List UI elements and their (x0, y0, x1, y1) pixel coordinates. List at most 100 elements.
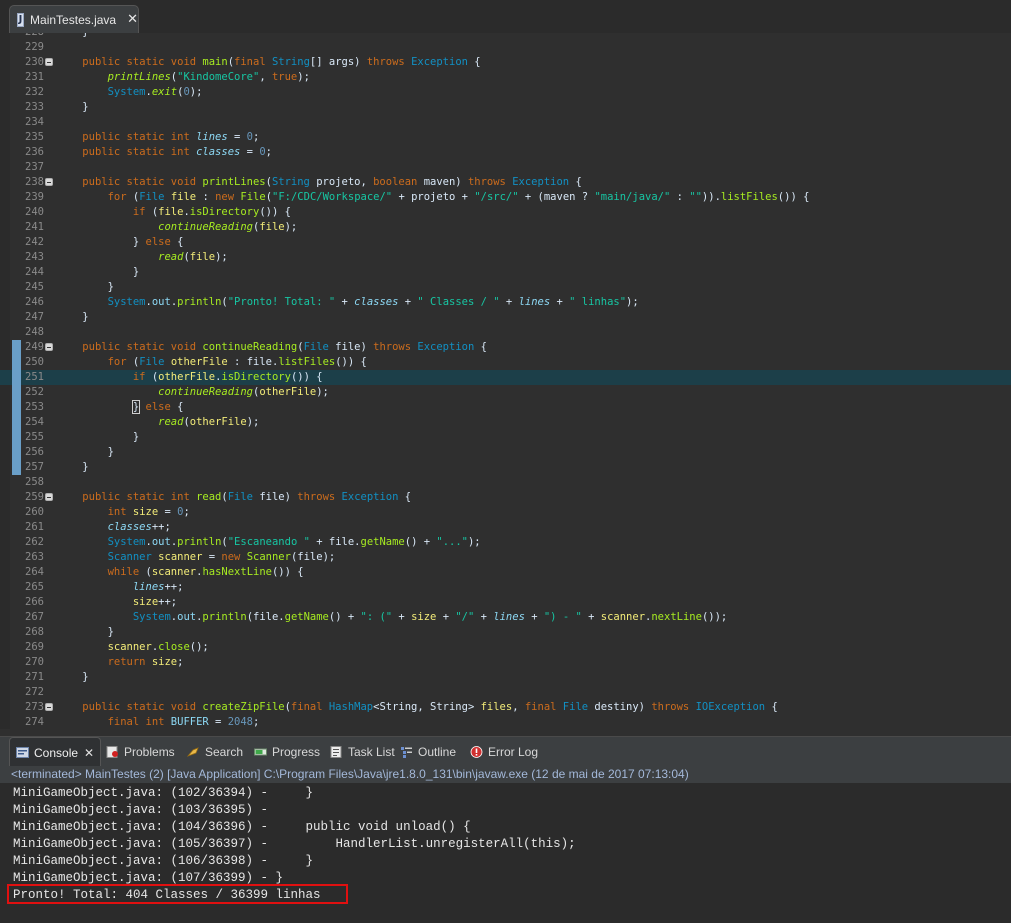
code-line[interactable]: 241 continueReading(file); (0, 220, 1011, 235)
code-line[interactable]: 268 } (0, 625, 1011, 640)
code-text: } (57, 33, 88, 40)
close-icon[interactable]: ✕ (84, 746, 94, 760)
code-line[interactable]: 231 printLines("KindomeCore", true); (0, 70, 1011, 85)
code-line[interactable]: 261 classes++; (0, 520, 1011, 535)
code-line[interactable]: 245 } (0, 280, 1011, 295)
tab-search[interactable]: Search (186, 737, 244, 767)
line-number: 239 (25, 191, 44, 203)
code-line[interactable]: 257 } (0, 460, 1011, 475)
code-line[interactable]: 255 } (0, 430, 1011, 445)
code-text: while (scanner.hasNextLine()) { (107, 566, 304, 578)
code-text: System.out.println("Pronto! Total: " + c… (107, 296, 639, 308)
line-number: 235 (25, 131, 44, 143)
code-line[interactable]: 265 lines++; (0, 580, 1011, 595)
line-number: 259 (25, 491, 44, 503)
line-number: 254 (25, 416, 44, 428)
code-line[interactable]: 249 public static void continueReading(F… (0, 340, 1011, 355)
code-line[interactable]: 250 for (File otherFile : file.listFiles… (0, 355, 1011, 370)
console-result-line: Pronto! Total: 404 Classes / 36399 linha… (13, 888, 321, 902)
code-line[interactable]: 236 public static int classes = 0; (0, 145, 1011, 160)
line-number: 265 (25, 581, 44, 593)
code-line[interactable]: 229 (0, 40, 1011, 55)
code-line[interactable]: 240 if (file.isDirectory()) { (0, 205, 1011, 220)
code-line[interactable]: 244 } (0, 265, 1011, 280)
code-line[interactable]: 260 int size = 0; (0, 505, 1011, 520)
line-number: 230 (25, 56, 44, 68)
tab-problems[interactable]: Problems (106, 737, 175, 767)
java-file-icon: J (17, 12, 25, 27)
code-line[interactable]: 263 Scanner scanner = new Scanner(file); (0, 550, 1011, 565)
code-line[interactable]: 234 (0, 115, 1011, 130)
code-text: } (57, 101, 89, 113)
code-line[interactable]: 270 return size; (0, 655, 1011, 670)
editor-tab-maintestes[interactable]: J MainTestes.java ✕ (9, 5, 139, 33)
line-number: 262 (25, 536, 44, 548)
line-number: 243 (25, 251, 44, 263)
code-line[interactable]: 259 public static int read(File file) th… (0, 490, 1011, 505)
tab-task-list[interactable]: Task List (330, 737, 395, 767)
fold-collapse-icon[interactable] (45, 703, 53, 711)
code-line[interactable]: 271 } (0, 670, 1011, 685)
code-line[interactable]: 233 } (0, 100, 1011, 115)
line-number: 274 (25, 716, 44, 728)
console-line: MiniGameObject.java: (105/36397) - Handl… (13, 837, 576, 851)
code-text: lines++; (132, 581, 184, 593)
code-line[interactable]: 258 (0, 475, 1011, 490)
code-line[interactable]: 251 if (otherFile.isDirectory()) { (0, 370, 1011, 385)
code-editor[interactable]: 228 }229230 public static void main(fina… (0, 33, 1011, 729)
code-line[interactable]: 252 continueReading(otherFile); (0, 385, 1011, 400)
code-line[interactable]: 248 (0, 325, 1011, 340)
code-line[interactable]: 272 (0, 685, 1011, 700)
code-text: classes++; (107, 521, 171, 533)
tab-error-log[interactable]: Error Log (470, 737, 538, 767)
console-line: MiniGameObject.java: (102/36394) - } (13, 786, 314, 800)
code-line[interactable]: 264 while (scanner.hasNextLine()) { (0, 565, 1011, 580)
tab-label: Search (205, 745, 244, 759)
line-number: 249 (25, 341, 44, 353)
line-number: 270 (25, 656, 44, 668)
fold-collapse-icon[interactable] (45, 343, 53, 351)
code-line[interactable]: 238 public static void printLines(String… (0, 175, 1011, 190)
line-number: 232 (25, 86, 44, 98)
code-line[interactable]: 267 System.out.println(file.getName() + … (0, 610, 1011, 625)
tab-progress[interactable]: Progress (254, 737, 320, 767)
close-icon[interactable]: ✕ (127, 12, 138, 27)
line-number: 263 (25, 551, 44, 563)
code-line[interactable]: 254 read(otherFile); (0, 415, 1011, 430)
console-icon (16, 746, 29, 759)
code-line[interactable]: 243 read(file); (0, 250, 1011, 265)
code-line[interactable]: 237 (0, 160, 1011, 175)
code-line[interactable]: 273 public static void createZipFile(fin… (0, 700, 1011, 715)
code-text: continueReading(otherFile); (158, 386, 329, 398)
code-line[interactable]: 242 } else { (0, 235, 1011, 250)
console-line: MiniGameObject.java: (104/36396) - publi… (13, 820, 471, 834)
code-line[interactable]: 247 } (0, 310, 1011, 325)
code-line[interactable]: 256 } (0, 445, 1011, 460)
fold-collapse-icon[interactable] (45, 493, 53, 501)
fold-collapse-icon[interactable] (45, 58, 53, 66)
line-number: 257 (25, 461, 44, 473)
code-line[interactable]: 253 } else { (0, 400, 1011, 415)
code-line[interactable]: 239 for (File file : new File("F:/CDC/Wo… (0, 190, 1011, 205)
code-line[interactable]: 230 public static void main(final String… (0, 55, 1011, 70)
code-line[interactable]: 274 final int BUFFER = 2048; (0, 715, 1011, 729)
line-number: 250 (25, 356, 44, 368)
line-number: 248 (25, 326, 44, 338)
code-text: Scanner scanner = new Scanner(file); (107, 551, 336, 563)
line-number: 258 (25, 476, 44, 488)
fold-collapse-icon[interactable] (45, 178, 53, 186)
code-line[interactable]: 235 public static int lines = 0; (0, 130, 1011, 145)
code-line[interactable]: 262 System.out.println("Escaneando " + f… (0, 535, 1011, 550)
code-text: } (57, 431, 140, 443)
code-line[interactable]: 269 scanner.close(); (0, 640, 1011, 655)
line-number: 246 (25, 296, 44, 308)
code-line[interactable]: 246 System.out.println("Pronto! Total: "… (0, 295, 1011, 310)
code-line[interactable]: 266 size++; (0, 595, 1011, 610)
code-line[interactable]: 232 System.exit(0); (0, 85, 1011, 100)
code-text: public static void createZipFile(final H… (82, 701, 778, 713)
tab-outline[interactable]: Outline (400, 737, 456, 767)
tab-console[interactable]: Console ✕ (9, 737, 102, 767)
console-output[interactable]: MiniGameObject.java: (102/36394) - } Mini… (0, 783, 1011, 923)
code-line[interactable]: 228 } (0, 33, 1011, 40)
line-number: 241 (25, 221, 44, 233)
